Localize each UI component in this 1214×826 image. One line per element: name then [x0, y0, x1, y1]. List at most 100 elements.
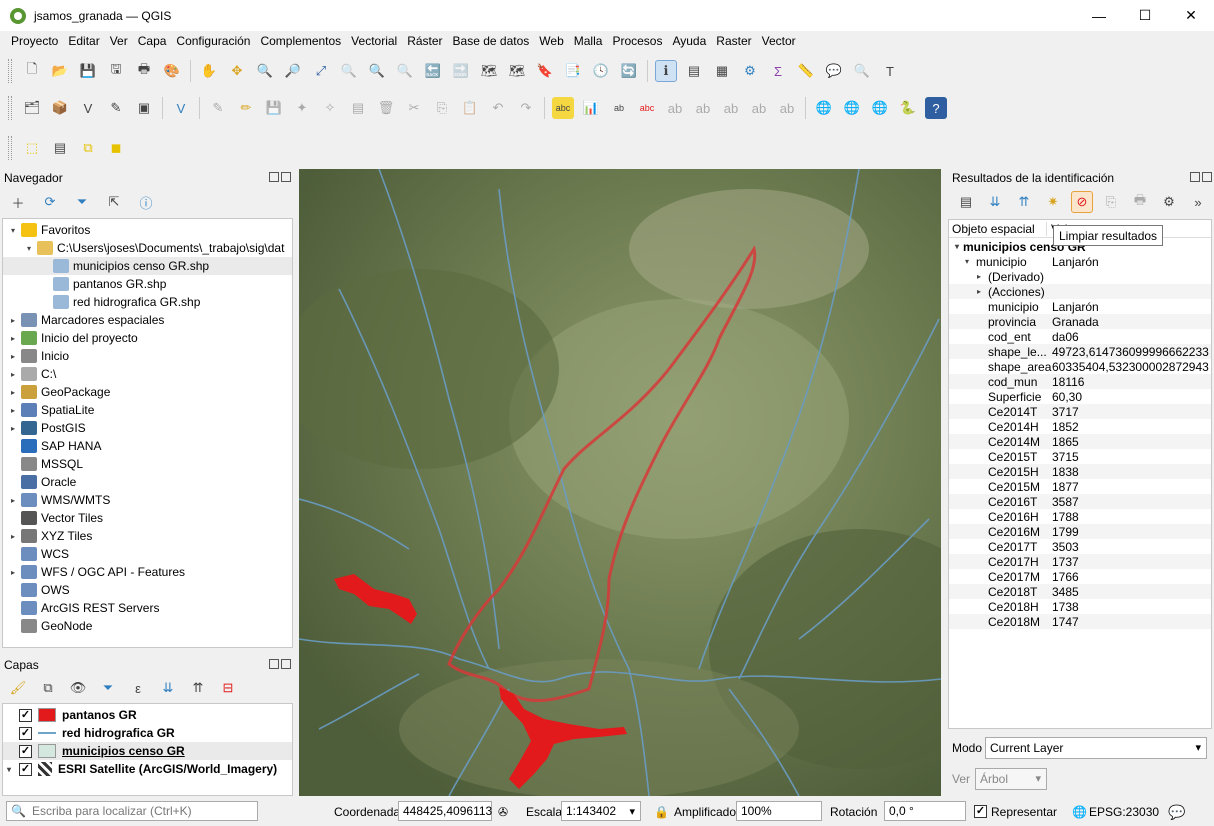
expand-arrow-icon[interactable]: ▸	[7, 532, 19, 541]
properties-icon[interactable]: ⓘ	[135, 191, 157, 213]
deselect-all-icon[interactable]: ⧉	[77, 137, 99, 159]
filter-legend-icon[interactable]: ⏷	[97, 677, 119, 699]
browser-item[interactable]: ▸ WMS/WMTS	[3, 491, 292, 509]
identify-settings-icon[interactable]: ⚙	[1158, 191, 1180, 213]
expand-new-icon[interactable]: ✷	[1042, 191, 1064, 213]
browser-item[interactable]: pantanos GR.shp	[3, 275, 292, 293]
filter-expression-icon[interactable]: ε	[127, 677, 149, 699]
menu-item-10[interactable]: Malla	[569, 34, 608, 48]
show-hide-labels-icon[interactable]: ab	[664, 97, 686, 119]
browser-item[interactable]: ArcGIS REST Servers	[3, 599, 292, 617]
identify-attribute-row[interactable]: shape_le... 49723,6147360999966622330...	[949, 344, 1211, 359]
open-project-icon[interactable]: 📂	[49, 60, 71, 82]
close-button[interactable]: ✕	[1168, 0, 1214, 31]
menu-item-9[interactable]: Web	[534, 34, 568, 48]
map-canvas[interactable]	[299, 169, 941, 796]
view-select[interactable]: Árbol	[975, 768, 1047, 790]
web-search-icon[interactable]: 🌐	[869, 97, 891, 119]
highlight-labels-icon[interactable]: abc	[636, 97, 658, 119]
new-3d-view-icon[interactable]: 🗺	[506, 60, 528, 82]
collapse-tree-icon[interactable]: ⇈	[1013, 191, 1035, 213]
identify-attribute-row[interactable]: Ce2016H 1788	[949, 509, 1211, 524]
menu-item-14[interactable]: Vector	[757, 34, 801, 48]
refresh-browser-icon[interactable]: ⟳	[39, 191, 61, 213]
minimize-button[interactable]: —	[1076, 0, 1122, 31]
expand-arrow-icon[interactable]: ▸	[7, 388, 19, 397]
identify-attribute-row[interactable]: provincia Granada	[949, 314, 1211, 329]
browser-item[interactable]: ▸ XYZ Tiles	[3, 527, 292, 545]
osm-download-icon[interactable]: 🌐	[841, 97, 863, 119]
identify-attribute-row[interactable]: Ce2016T 3587	[949, 494, 1211, 509]
browser-item[interactable]: ▸ C:\	[3, 365, 292, 383]
modify-attributes-icon[interactable]: ▤	[347, 97, 369, 119]
select-features-icon[interactable]: ⬚	[21, 137, 43, 159]
move-label-icon[interactable]: ab	[692, 97, 714, 119]
identify-attribute-row[interactable]: Superficie 60,30	[949, 389, 1211, 404]
identify-results-tree[interactable]: Objeto espacial Valor ▾municipios censo …	[948, 219, 1212, 729]
browser-item[interactable]: WCS	[3, 545, 292, 563]
identify-features-icon[interactable]: ℹ	[655, 60, 677, 82]
browser-item[interactable]: OWS	[3, 581, 292, 599]
save-project-icon[interactable]: 💾	[77, 60, 99, 82]
layer-visibility-checkbox[interactable]: ✓	[19, 762, 32, 776]
identify-attribute-row[interactable]: shape_area 60335404,5323000028729438...	[949, 359, 1211, 374]
browser-tree[interactable]: ▾ Favoritos ▾ C:\Users\joses\Documents\_tra…	[2, 218, 293, 648]
pin-labels-icon[interactable]: ab	[608, 97, 630, 119]
label-props-icon[interactable]: ab	[776, 97, 798, 119]
browser-item[interactable]: ▸ Marcadores espaciales	[3, 311, 292, 329]
layer-styling-icon[interactable]: 🖌	[7, 677, 29, 699]
close-layers-panel-icon[interactable]	[281, 659, 291, 669]
identify-derived-row[interactable]: ▸ (Derivado)	[949, 269, 1211, 284]
browser-item[interactable]: municipios censo GR.shp	[3, 257, 292, 275]
digitize-icon[interactable]: ✎	[105, 97, 127, 119]
identify-feature-row[interactable]: ▾ municipio Lanjarón	[949, 254, 1211, 269]
menu-item-6[interactable]: Vectorial	[346, 34, 402, 48]
style-manager-icon[interactable]: 🎨	[161, 60, 183, 82]
save-as-icon[interactable]: 🖫	[105, 60, 127, 82]
lock-icon[interactable]: 🔒	[654, 805, 669, 819]
filter-icon[interactable]: ⏷	[71, 191, 93, 213]
manage-themes-icon[interactable]: 👁	[67, 677, 89, 699]
identify-attribute-row[interactable]: Ce2017H 1737	[949, 554, 1211, 569]
coordinate-field[interactable]: 448425,4096113	[398, 801, 492, 821]
browser-item[interactable]: ▸ WFS / OGC API - Features	[3, 563, 292, 581]
attribute-table-icon[interactable]: ▤	[683, 60, 705, 82]
layer-visibility-checkbox[interactable]: ✓	[19, 708, 32, 722]
identify-attribute-row[interactable]: Ce2016M 1799	[949, 524, 1211, 539]
menu-item-2[interactable]: Ver	[105, 34, 133, 48]
expand-arrow-icon[interactable]: ▸	[7, 424, 19, 433]
layer-toggle-icon[interactable]: V	[170, 97, 192, 119]
browser-item[interactable]: ▸ Inicio del proyecto	[3, 329, 292, 347]
identify-attribute-row[interactable]: cod_ent da06	[949, 329, 1211, 344]
identify-attribute-row[interactable]: municipio Lanjarón	[949, 299, 1211, 314]
copy-icon[interactable]: ⎘	[431, 97, 453, 119]
label-tool-icon[interactable]: abc	[552, 97, 574, 119]
float-layers-panel-icon[interactable]	[269, 659, 279, 669]
undo-icon[interactable]: ↶	[487, 97, 509, 119]
messages-icon[interactable]: 💬	[1168, 804, 1185, 821]
add-group-icon[interactable]: ⧉	[37, 677, 59, 699]
change-label-icon[interactable]: ab	[748, 97, 770, 119]
browser-item[interactable]: ▸ GeoPackage	[3, 383, 292, 401]
browser-item[interactable]: Vector Tiles	[3, 509, 292, 527]
layer-diagram-icon[interactable]: 📊	[580, 97, 602, 119]
new-shapefile-icon[interactable]: V	[77, 97, 99, 119]
expand-arrow-icon[interactable]: ▾	[7, 226, 19, 235]
menu-item-5[interactable]: Complementos	[255, 34, 346, 48]
identify-attribute-row[interactable]: Ce2018M 1747	[949, 614, 1211, 629]
help-icon[interactable]: ?	[925, 97, 947, 119]
identify-attribute-row[interactable]: Ce2017T 3503	[949, 539, 1211, 554]
expand-tree-icon[interactable]: ⇊	[984, 191, 1006, 213]
zoom-next-icon[interactable]: 🔜	[450, 60, 472, 82]
data-source-manager-icon[interactable]: 🗂	[21, 97, 43, 119]
layer-item[interactable]: ▾ ✓ ESRI Satellite (ArcGIS/World_Imagery)	[3, 760, 292, 778]
identify-attribute-row[interactable]: Ce2014H 1852	[949, 419, 1211, 434]
menu-item-3[interactable]: Capa	[133, 34, 172, 48]
browser-item[interactable]: ▾ Favoritos	[3, 221, 292, 239]
expand-all-icon[interactable]: ⇊	[157, 677, 179, 699]
render-checkbox[interactable]: ✓	[974, 805, 987, 818]
add-layer-icon[interactable]: ＋	[7, 191, 29, 213]
pan-icon[interactable]: ✋	[198, 60, 220, 82]
expand-arrow-icon[interactable]: ▾	[23, 244, 35, 253]
collapse-layers-icon[interactable]: ⇈	[187, 677, 209, 699]
